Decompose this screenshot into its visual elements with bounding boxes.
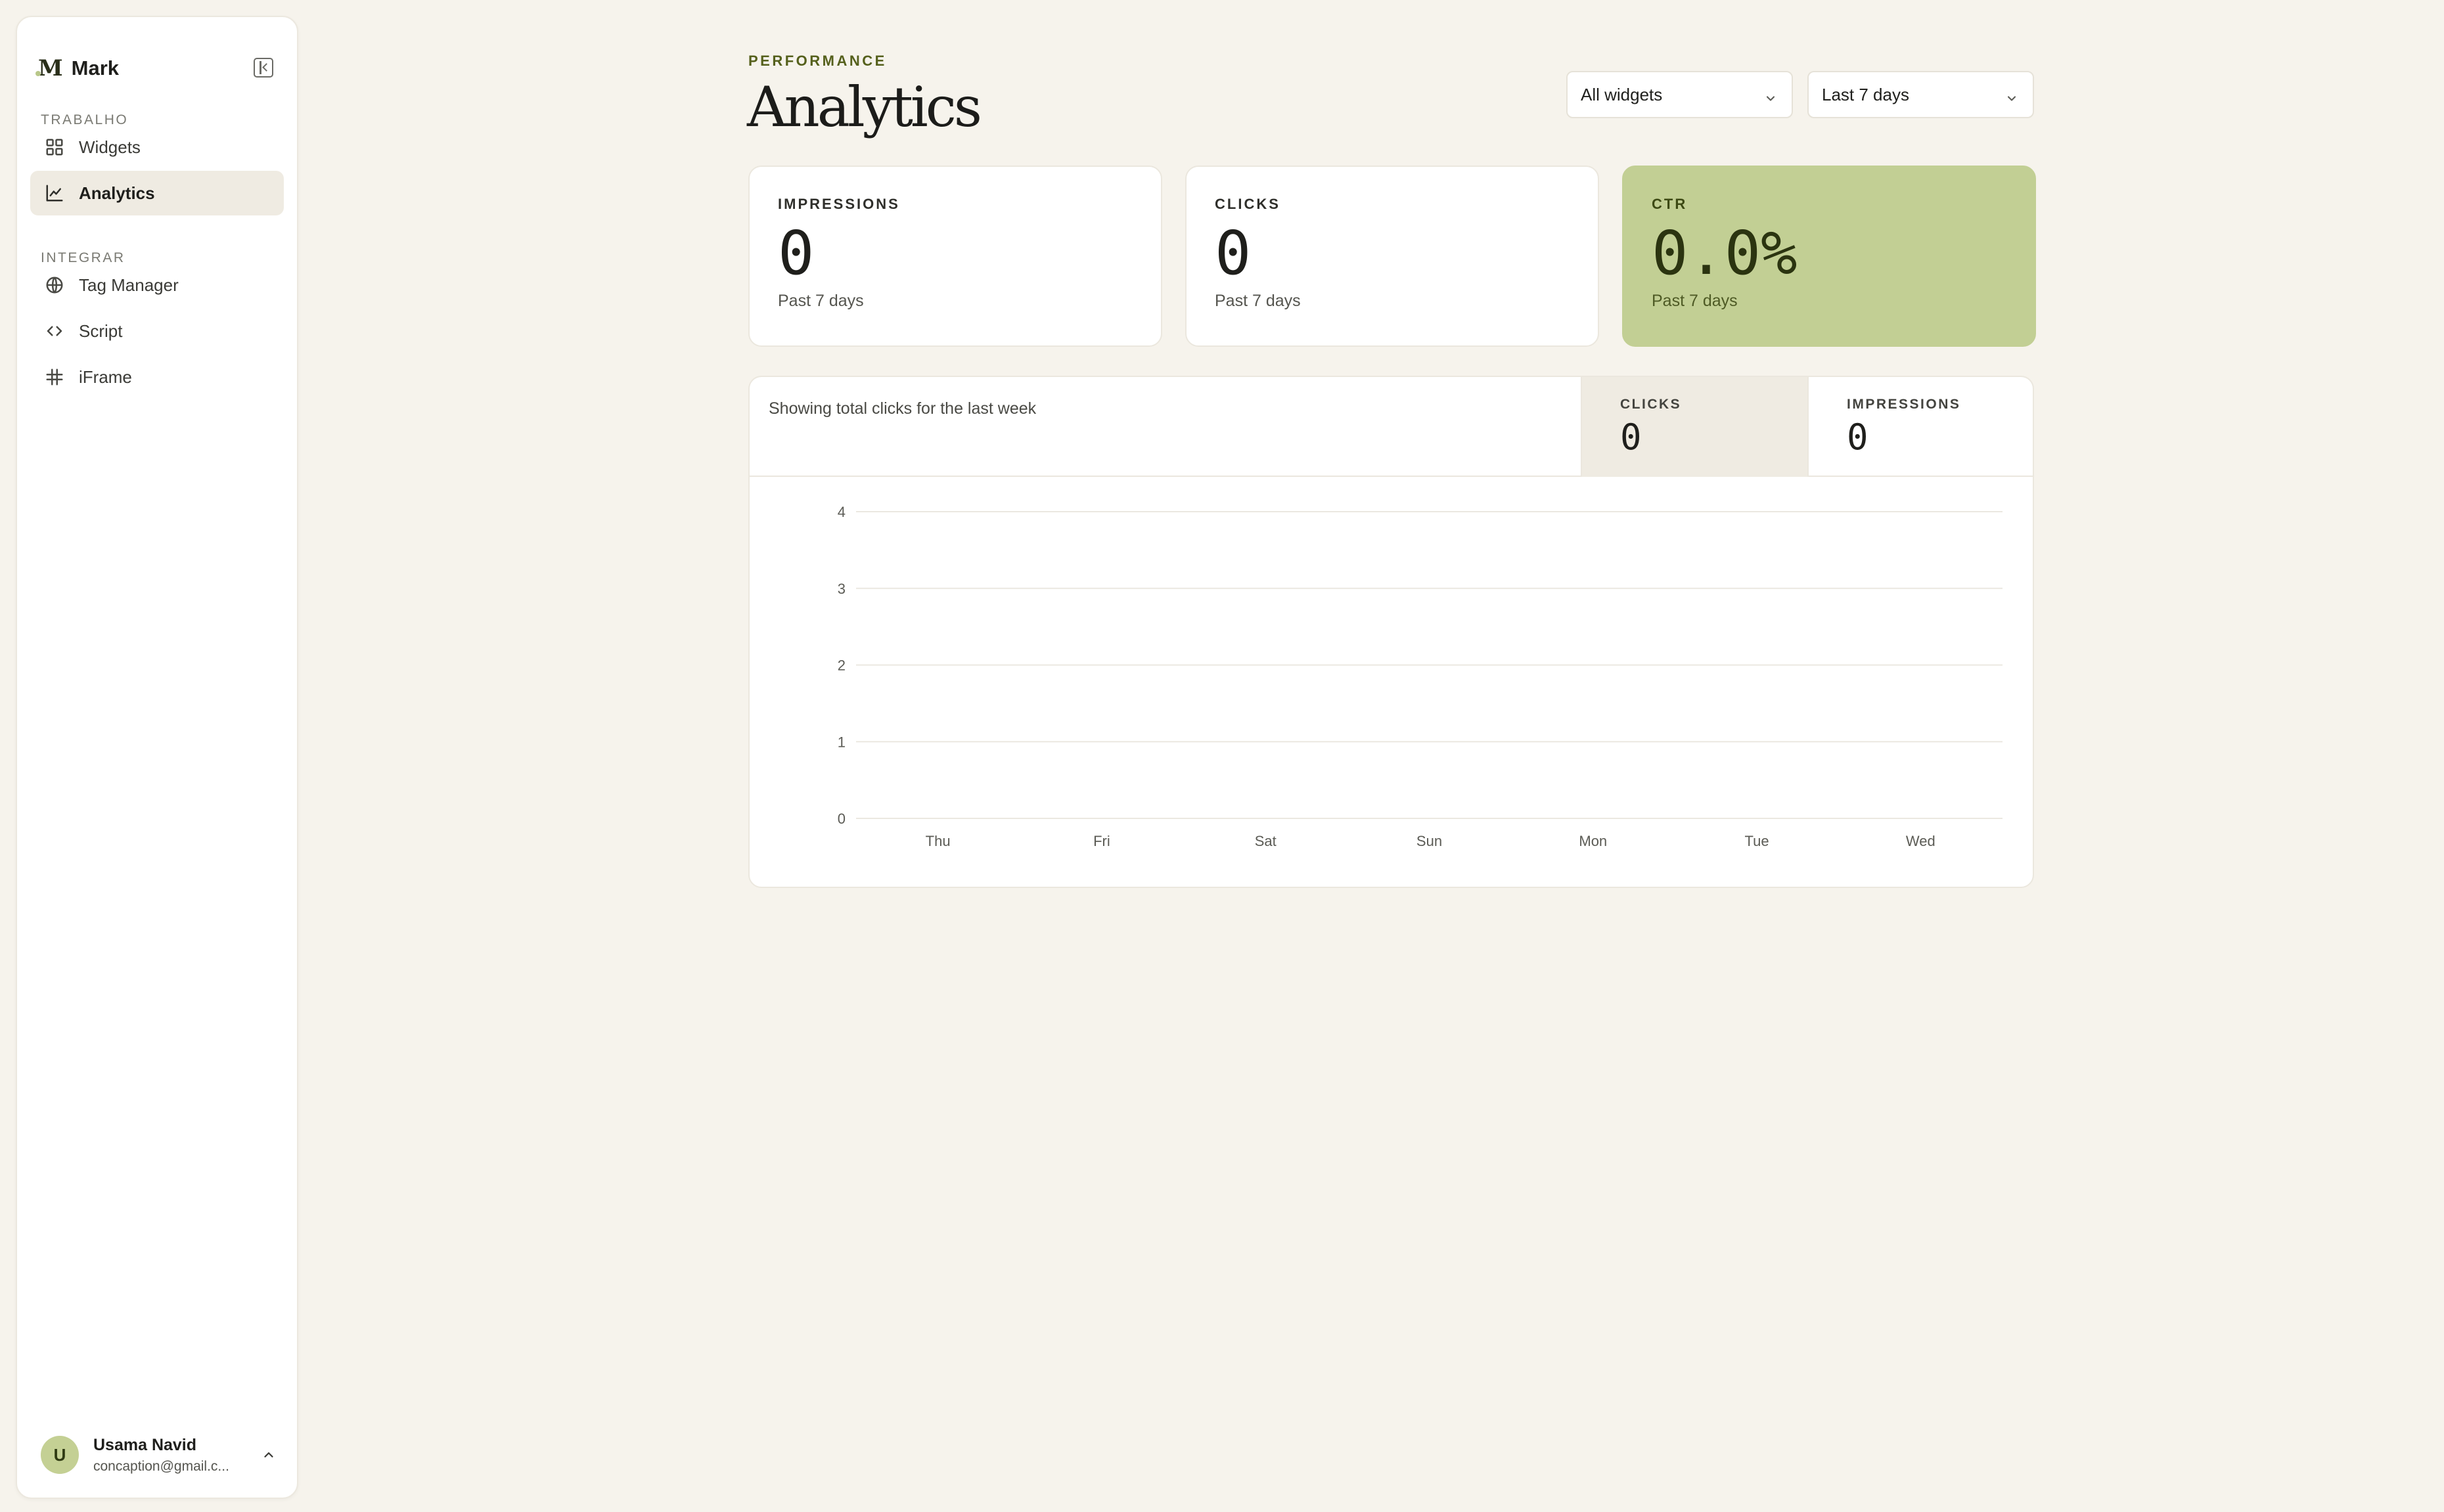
grid-icon — [45, 137, 64, 157]
stat-label: IMPRESSIONS — [778, 196, 900, 212]
chevron-up-icon[interactable] — [261, 1448, 276, 1462]
stat-value: 0.0% — [1652, 218, 1798, 288]
sidebar-item-iframe[interactable]: iFrame — [30, 355, 284, 399]
sidebar-item-label: Widgets — [79, 137, 141, 157]
x-tick-label: Sat — [1255, 833, 1277, 849]
x-tick-label: Fri — [1093, 833, 1110, 849]
sidebar-item-label: Tag Manager — [79, 275, 179, 295]
stat-value: 0 — [778, 218, 815, 288]
y-tick-label: 1 — [838, 734, 846, 750]
sidebar-item-widgets[interactable]: Widgets — [30, 125, 284, 169]
date-range-select[interactable]: Last 7 days — [1807, 71, 2034, 118]
stat-label: CLICKS — [1215, 196, 1280, 212]
y-tick-label: 3 — [838, 581, 846, 597]
globe-icon — [45, 275, 64, 295]
brand-logo: M — [35, 55, 63, 81]
chart-panel: Showing total clicks for the last week C… — [748, 376, 2034, 888]
sidebar-item-label: Analytics — [79, 183, 155, 203]
clicks-chart: 0 1 2 3 4 Thu Fri Sat Sun Mon Tue Wed — [838, 504, 2003, 849]
impressions-card: IMPRESSIONS 0 Past 7 days — [748, 166, 1162, 347]
sidebar-item-script[interactable]: Script — [30, 309, 284, 353]
chart-line-icon — [45, 183, 64, 203]
sidebar-collapse-icon[interactable] — [254, 58, 273, 78]
sidebar-item-label: iFrame — [79, 367, 132, 387]
stat-period: Past 7 days — [1215, 292, 1301, 310]
clicks-card: CLICKS 0 Past 7 days — [1185, 166, 1599, 347]
stat-label: CTR — [1652, 196, 1688, 212]
user-menu[interactable]: U Usama Navid concaption@gmail.c... — [41, 1432, 284, 1478]
x-tick-label: Wed — [1906, 833, 1935, 849]
y-tick-label: 0 — [838, 811, 846, 827]
user-info: Usama Navid concaption@gmail.c... — [93, 1436, 244, 1475]
hash-icon — [45, 367, 64, 387]
page-title: Analytics — [747, 75, 982, 139]
widget-filter-select[interactable]: All widgets — [1566, 71, 1793, 118]
y-tick-label: 2 — [838, 657, 846, 674]
stat-period: Past 7 days — [1652, 292, 1738, 310]
code-icon — [45, 321, 64, 341]
user-email: concaption@gmail.c... — [93, 1458, 229, 1474]
page-eyebrow: PERFORMANCE — [748, 53, 887, 69]
sidebar: M Mark TRABALHO Widgets Analytics INTEGR… — [16, 16, 298, 1499]
stat-period: Past 7 days — [778, 292, 864, 310]
sidebar-item-analytics[interactable]: Analytics — [30, 171, 284, 215]
x-tick-label: Sun — [1416, 833, 1442, 849]
brand-name: Mark — [71, 56, 120, 79]
sidebar-item-label: Script — [79, 321, 123, 341]
widget-filter-value: All widgets — [1581, 84, 1663, 104]
y-tick-label: 4 — [838, 504, 846, 520]
ctr-card: CTR 0.0% Past 7 days — [1622, 166, 2036, 347]
x-tick-label: Thu — [926, 833, 951, 849]
avatar: U — [41, 1436, 79, 1474]
stat-value: 0 — [1215, 218, 1252, 288]
date-range-value: Last 7 days — [1822, 84, 1909, 104]
chevron-down-icon — [2005, 89, 2018, 102]
sidebar-item-tag-manager[interactable]: Tag Manager — [30, 263, 284, 307]
x-tick-label: Mon — [1579, 833, 1607, 849]
x-tick-label: Tue — [1745, 833, 1769, 849]
brand[interactable]: M Mark — [35, 54, 120, 83]
chevron-down-icon — [1764, 89, 1777, 102]
user-name: Usama Navid — [93, 1435, 197, 1454]
